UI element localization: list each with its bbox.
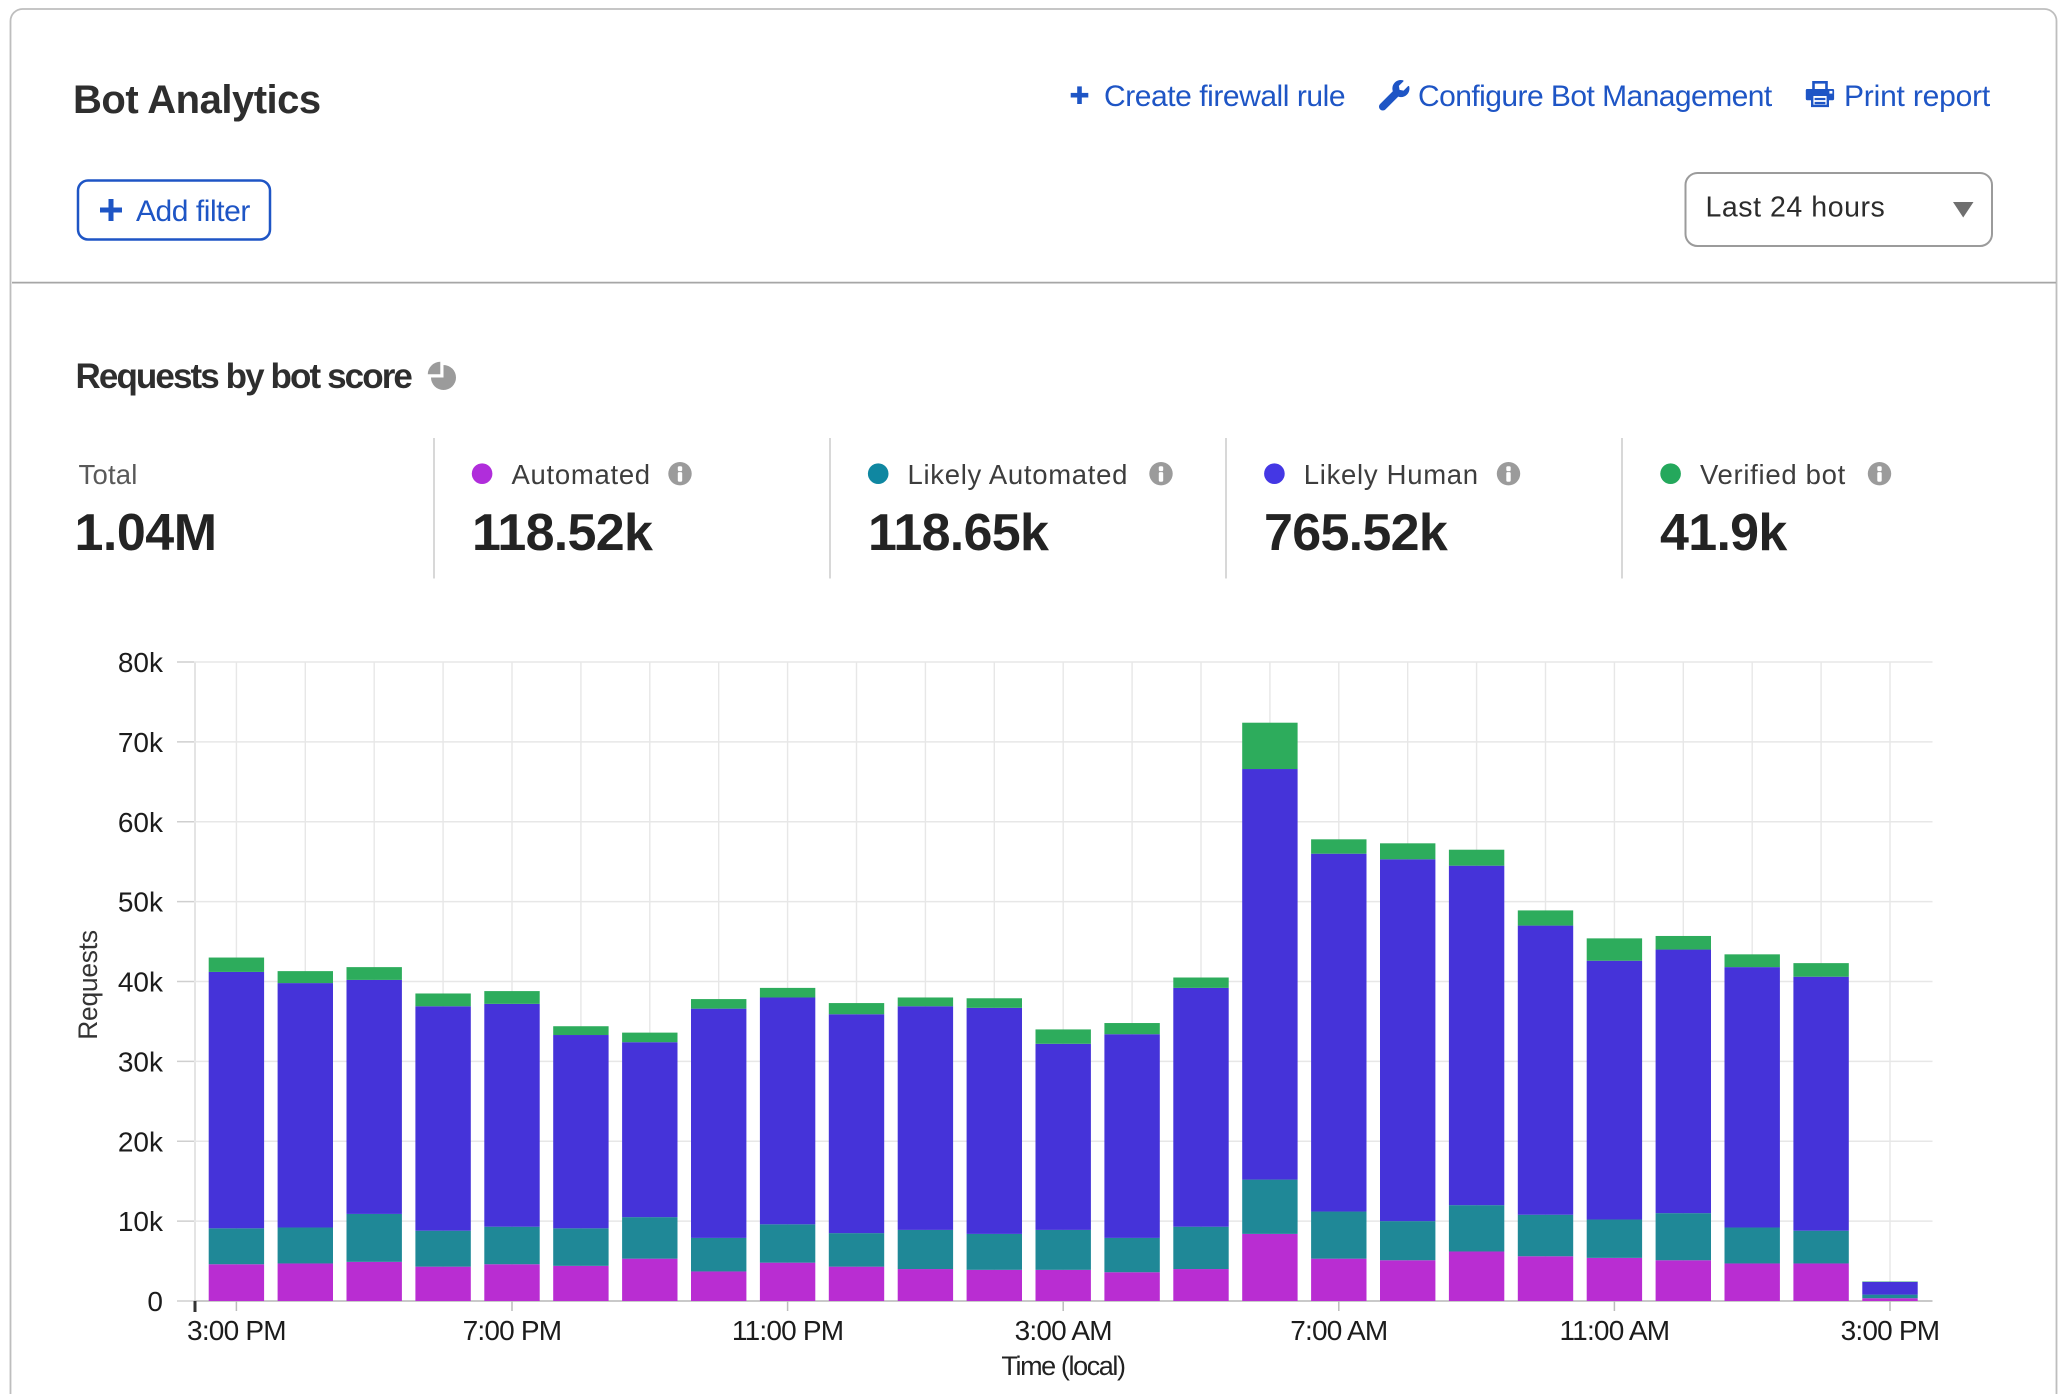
svg-text:Requests: Requests (73, 930, 103, 1040)
svg-text:80k: 80k (118, 647, 164, 678)
svg-text:11:00 AM: 11:00 AM (1559, 1315, 1669, 1346)
svg-text:Print report: Print report (1844, 80, 1991, 113)
svg-text:Add filter: Add filter (136, 195, 250, 228)
svg-text:Last 24 hours: Last 24 hours (1706, 192, 1886, 224)
svg-text:Bot Analytics: Bot Analytics (73, 78, 321, 122)
svg-text:60k: 60k (118, 807, 164, 838)
svg-text:10k: 10k (118, 1206, 164, 1237)
svg-text:1.04M: 1.04M (75, 504, 217, 562)
svg-text:70k: 70k (118, 727, 164, 758)
svg-text:0: 0 (147, 1286, 163, 1317)
svg-text:118.52k: 118.52k (472, 504, 653, 562)
svg-text:Total: Total (79, 459, 138, 490)
svg-text:Automated: Automated (512, 459, 651, 490)
svg-text:20k: 20k (118, 1126, 164, 1157)
svg-text:118.65k: 118.65k (868, 504, 1049, 562)
svg-text:3:00 PM: 3:00 PM (1841, 1315, 1940, 1346)
svg-text:30k: 30k (118, 1046, 164, 1077)
svg-text:Time (local): Time (local) (1001, 1351, 1125, 1381)
svg-text:Requests by bot score: Requests by bot score (76, 357, 413, 396)
svg-text:Create firewall rule: Create firewall rule (1104, 80, 1345, 113)
svg-text:7:00 AM: 7:00 AM (1290, 1315, 1387, 1346)
svg-text:Likely Human: Likely Human (1304, 459, 1479, 490)
svg-text:Likely Automated: Likely Automated (908, 459, 1129, 490)
svg-text:3:00 AM: 3:00 AM (1015, 1315, 1112, 1346)
svg-text:50k: 50k (118, 887, 164, 918)
svg-text:Verified bot: Verified bot (1700, 459, 1846, 490)
svg-text:7:00 PM: 7:00 PM (463, 1315, 562, 1346)
svg-text:11:00 PM: 11:00 PM (732, 1315, 843, 1346)
svg-text:3:00 PM: 3:00 PM (187, 1315, 286, 1346)
svg-text:765.52k: 765.52k (1264, 504, 1448, 562)
svg-text:Configure Bot Management: Configure Bot Management (1418, 80, 1773, 113)
svg-text:40k: 40k (118, 967, 164, 998)
svg-text:41.9k: 41.9k (1660, 504, 1787, 562)
